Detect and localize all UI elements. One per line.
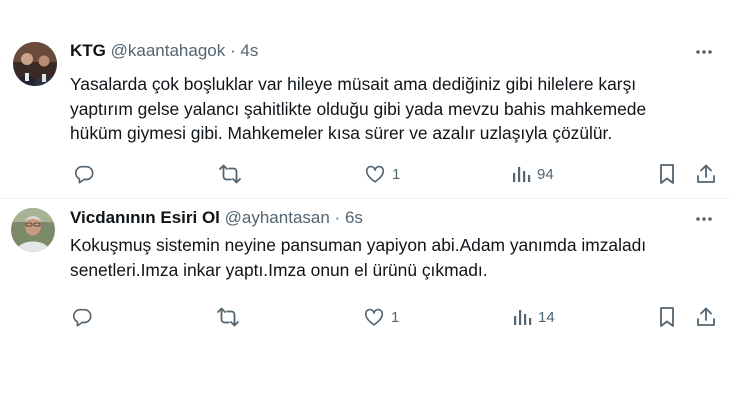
retweet-icon <box>216 306 240 328</box>
separator-dot: · <box>229 41 236 60</box>
tweet-text-line: hüküm giymesi gibi. Mahkemeler kısa süre… <box>70 123 613 143</box>
like-button[interactable]: 1 <box>364 160 400 188</box>
views-button[interactable]: 14 <box>512 303 555 331</box>
retweet-button[interactable] <box>218 160 242 188</box>
more-icon[interactable] <box>692 207 716 231</box>
tweet-text-line: Kokuşmuş sistemin neyine pansuman yapiyo… <box>70 235 647 255</box>
bookmark-button[interactable] <box>657 303 677 331</box>
tweet-actions: 1 14 <box>0 303 730 331</box>
tweet-header: KTG @kaantahagok · 4s <box>70 40 258 62</box>
like-icon <box>363 306 385 328</box>
reply-icon <box>73 163 95 185</box>
view-count: 14 <box>538 308 555 326</box>
user-handle[interactable]: @kaantahagok <box>111 41 226 60</box>
avatar[interactable] <box>11 208 55 252</box>
views-button[interactable]: 94 <box>511 160 554 188</box>
tweet-text-line: yaptırım gelse yalancı şahitlikte olduğu… <box>70 98 647 119</box>
views-icon <box>511 164 531 184</box>
bookmark-icon <box>657 163 677 185</box>
tweet[interactable]: Vicdanının Esiri Ol @ayhantasan · 6s Kok… <box>0 199 730 349</box>
tweet-text: Yasalarda çok boşluklar var hileye müsai… <box>70 72 720 146</box>
like-count: 1 <box>391 308 400 326</box>
share-button[interactable] <box>695 160 717 188</box>
separator-dot: · <box>334 208 341 227</box>
like-count: 1 <box>392 165 401 183</box>
tweet-time[interactable]: 4s <box>240 41 258 60</box>
tweet[interactable]: KTG @kaantahagok · 4s Yasalarda çok boşl… <box>0 0 730 199</box>
share-icon <box>695 306 717 328</box>
retweet-icon <box>218 163 242 185</box>
display-name[interactable]: Vicdanının Esiri Ol <box>70 208 220 227</box>
reply-button[interactable] <box>73 160 95 188</box>
reply-button[interactable] <box>71 303 93 331</box>
tweet-text-line: Yasalarda çok boşluklar var hileye müsai… <box>70 74 637 94</box>
tweet-time[interactable]: 6s <box>345 208 363 227</box>
tweet-header: Vicdanının Esiri Ol @ayhantasan · 6s <box>70 207 363 229</box>
like-icon <box>364 163 386 185</box>
reply-icon <box>71 306 93 328</box>
share-button[interactable] <box>695 303 717 331</box>
like-button[interactable]: 1 <box>363 303 399 331</box>
retweet-button[interactable] <box>216 303 240 331</box>
display-name[interactable]: KTG <box>70 41 106 60</box>
more-icon[interactable] <box>692 40 716 64</box>
tweet-text-line: senetleri.Imza inkar yaptı.Imza onun el … <box>70 259 488 280</box>
share-icon <box>695 163 717 185</box>
user-handle[interactable]: @ayhantasan <box>225 208 330 227</box>
tweet-text: Kokuşmuş sistemin neyine pansuman yapiyo… <box>70 233 720 282</box>
views-icon <box>512 307 532 327</box>
avatar[interactable] <box>13 42 57 86</box>
tweet-actions: 1 94 <box>0 160 730 188</box>
view-count: 94 <box>537 165 554 183</box>
bookmark-icon <box>657 306 677 328</box>
bookmark-button[interactable] <box>657 160 677 188</box>
